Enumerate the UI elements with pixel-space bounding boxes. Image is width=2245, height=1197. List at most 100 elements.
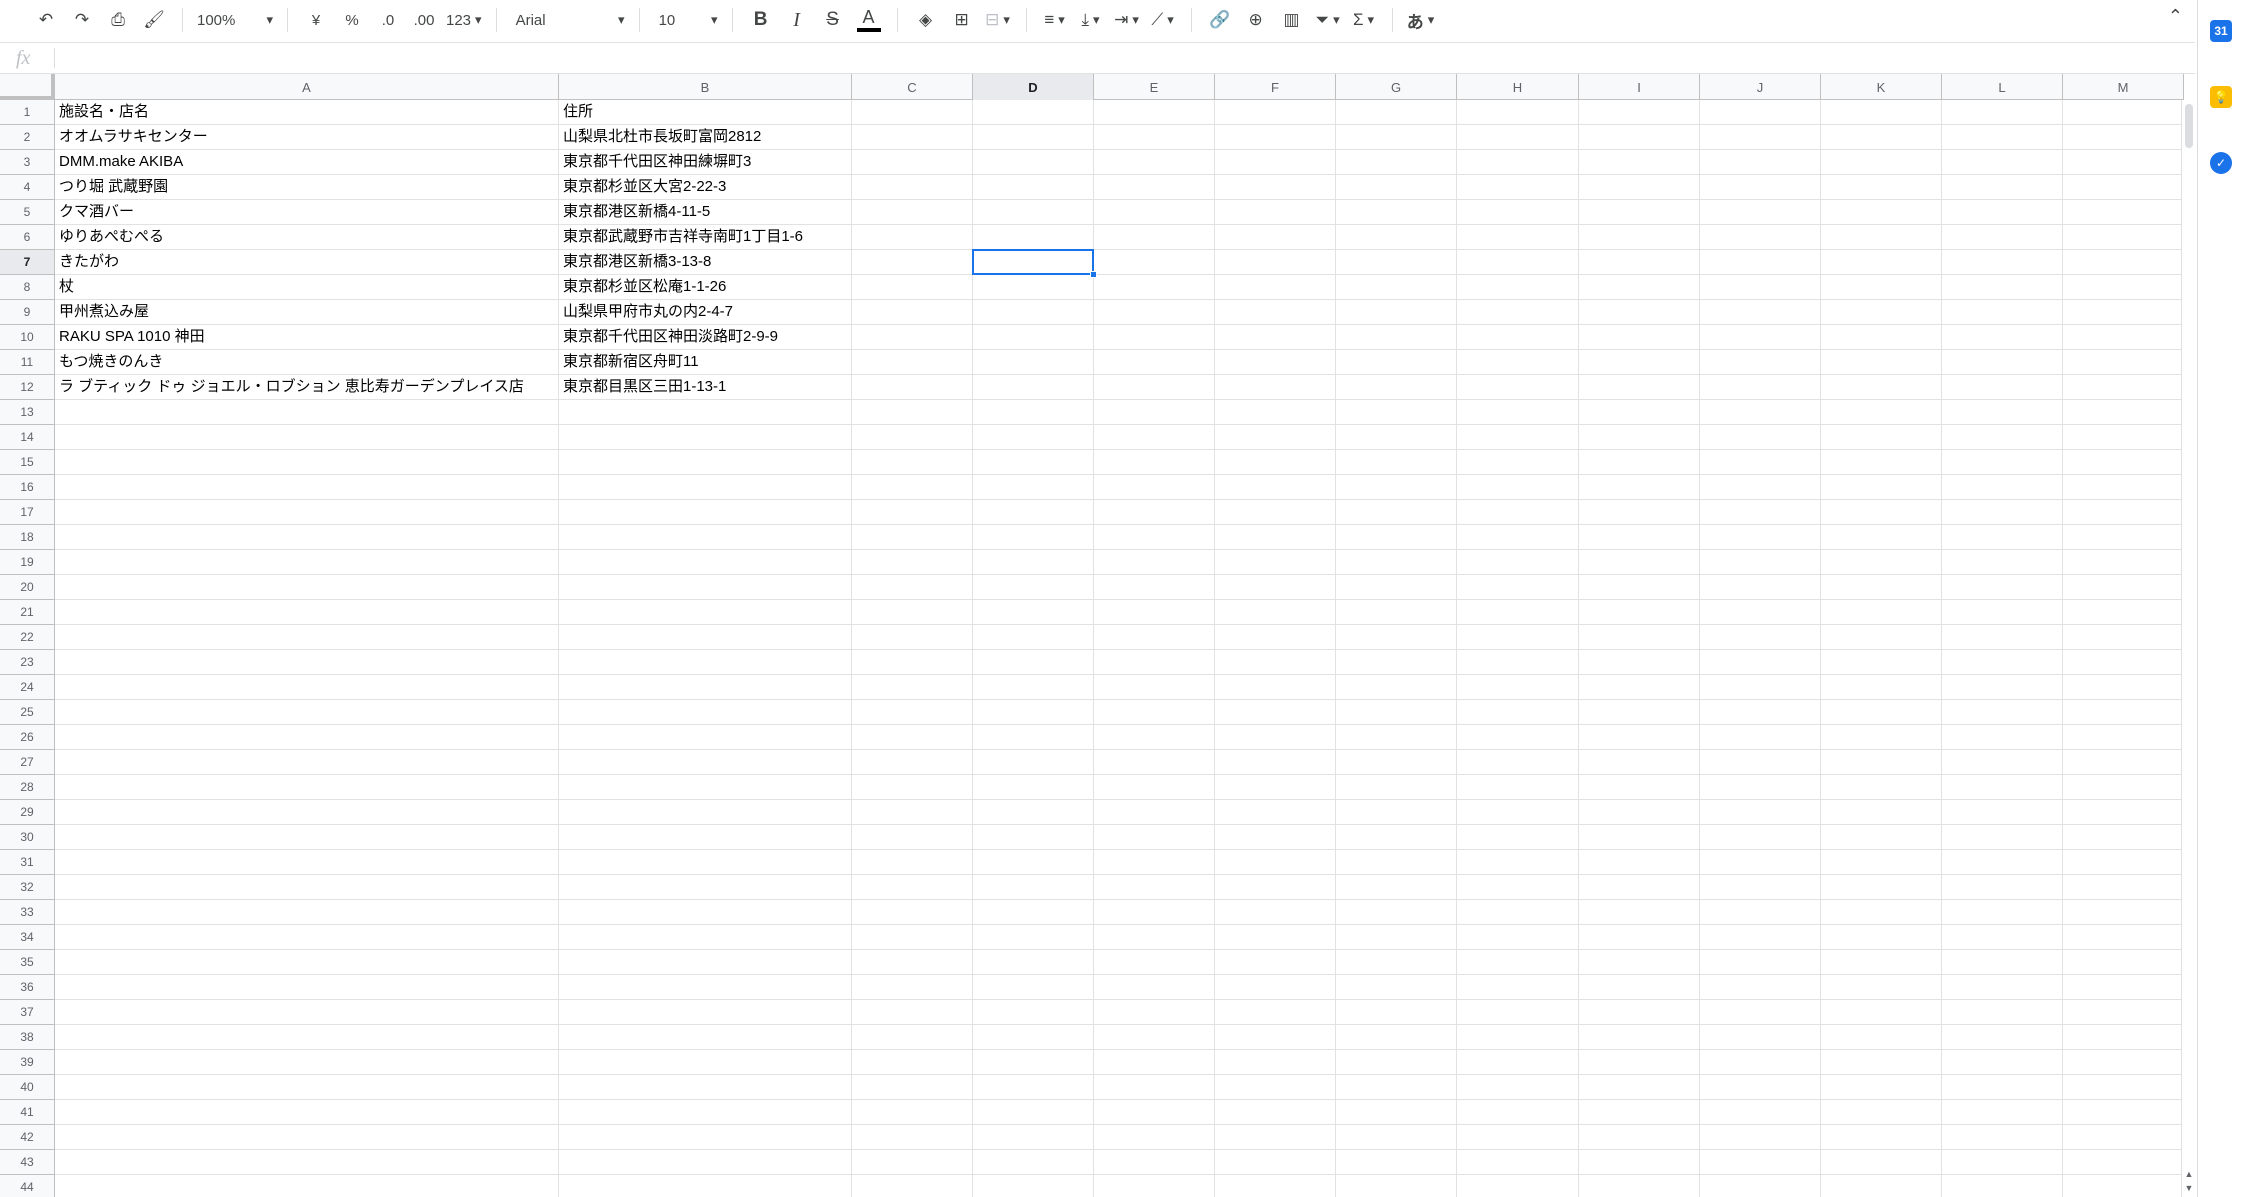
- cell-a9[interactable]: 甲州煮込み屋: [55, 300, 559, 325]
- cell-c37[interactable]: [852, 1000, 973, 1025]
- cell-k9[interactable]: [1821, 300, 1942, 325]
- cell-g37[interactable]: [1336, 1000, 1457, 1025]
- cell-a2[interactable]: オオムラサキセンター: [55, 125, 559, 150]
- tasks-icon[interactable]: ✓: [2210, 152, 2232, 174]
- cell-e13[interactable]: [1094, 400, 1215, 425]
- cell-e5[interactable]: [1094, 200, 1215, 225]
- cell-i16[interactable]: [1579, 475, 1700, 500]
- cell-c38[interactable]: [852, 1025, 973, 1050]
- cell-j29[interactable]: [1700, 800, 1821, 825]
- cell-h16[interactable]: [1457, 475, 1579, 500]
- cell-c35[interactable]: [852, 950, 973, 975]
- cell-l43[interactable]: [1942, 1150, 2063, 1175]
- row-header[interactable]: 37: [0, 1000, 55, 1025]
- cell-m13[interactable]: [2063, 400, 2184, 425]
- cell-d35[interactable]: [973, 950, 1094, 975]
- cell-g42[interactable]: [1336, 1125, 1457, 1150]
- cell-a23[interactable]: [55, 650, 559, 675]
- cell-l19[interactable]: [1942, 550, 2063, 575]
- cell-e23[interactable]: [1094, 650, 1215, 675]
- borders-icon[interactable]: ⊞: [945, 4, 979, 36]
- row-header[interactable]: 4: [0, 175, 55, 200]
- cell-k26[interactable]: [1821, 725, 1942, 750]
- cell-a29[interactable]: [55, 800, 559, 825]
- cell-m17[interactable]: [2063, 500, 2184, 525]
- column-header-l[interactable]: L: [1942, 74, 2063, 100]
- row-header[interactable]: 32: [0, 875, 55, 900]
- cell-i18[interactable]: [1579, 525, 1700, 550]
- cell-m1[interactable]: [2063, 100, 2184, 125]
- cell-d3[interactable]: [973, 150, 1094, 175]
- cell-j40[interactable]: [1700, 1075, 1821, 1100]
- cell-a12[interactable]: ラ ブティック ドゥ ジョエル・ロブション 恵比寿ガーデンプレイス店: [55, 375, 559, 400]
- cell-e29[interactable]: [1094, 800, 1215, 825]
- row-header[interactable]: 2: [0, 125, 55, 150]
- font-size-select[interactable]: 10 ▾: [651, 4, 721, 36]
- cell-l18[interactable]: [1942, 525, 2063, 550]
- cell-k44[interactable]: [1821, 1175, 1942, 1197]
- cell-l17[interactable]: [1942, 500, 2063, 525]
- horizontal-align-icon[interactable]: ≡ ▾: [1038, 4, 1072, 36]
- cell-k30[interactable]: [1821, 825, 1942, 850]
- row-header[interactable]: 10: [0, 325, 55, 350]
- row-header[interactable]: 11: [0, 350, 55, 375]
- cell-d32[interactable]: [973, 875, 1094, 900]
- cell-b31[interactable]: [559, 850, 852, 875]
- cell-a7[interactable]: きたがわ: [55, 250, 559, 275]
- cell-h10[interactable]: [1457, 325, 1579, 350]
- cell-m25[interactable]: [2063, 700, 2184, 725]
- cell-h9[interactable]: [1457, 300, 1579, 325]
- bold-button[interactable]: B: [744, 4, 778, 36]
- cell-h20[interactable]: [1457, 575, 1579, 600]
- cell-i9[interactable]: [1579, 300, 1700, 325]
- cell-m15[interactable]: [2063, 450, 2184, 475]
- cell-a42[interactable]: [55, 1125, 559, 1150]
- row-header[interactable]: 17: [0, 500, 55, 525]
- cell-i10[interactable]: [1579, 325, 1700, 350]
- cell-f44[interactable]: [1215, 1175, 1336, 1197]
- cell-j35[interactable]: [1700, 950, 1821, 975]
- cell-b37[interactable]: [559, 1000, 852, 1025]
- cell-a26[interactable]: [55, 725, 559, 750]
- cell-b34[interactable]: [559, 925, 852, 950]
- cell-d20[interactable]: [973, 575, 1094, 600]
- cell-j25[interactable]: [1700, 700, 1821, 725]
- cell-m44[interactable]: [2063, 1175, 2184, 1197]
- cell-b6[interactable]: 東京都武蔵野市吉祥寺南町1丁目1-6: [559, 225, 852, 250]
- cell-d6[interactable]: [973, 225, 1094, 250]
- cell-g29[interactable]: [1336, 800, 1457, 825]
- cell-k12[interactable]: [1821, 375, 1942, 400]
- calendar-icon[interactable]: 31: [2210, 20, 2232, 42]
- cell-f42[interactable]: [1215, 1125, 1336, 1150]
- cell-f25[interactable]: [1215, 700, 1336, 725]
- cell-b26[interactable]: [559, 725, 852, 750]
- cell-a38[interactable]: [55, 1025, 559, 1050]
- cell-a14[interactable]: [55, 425, 559, 450]
- cell-k40[interactable]: [1821, 1075, 1942, 1100]
- cell-c42[interactable]: [852, 1125, 973, 1150]
- cell-h4[interactable]: [1457, 175, 1579, 200]
- cell-g11[interactable]: [1336, 350, 1457, 375]
- cell-m3[interactable]: [2063, 150, 2184, 175]
- cell-d29[interactable]: [973, 800, 1094, 825]
- cell-h32[interactable]: [1457, 875, 1579, 900]
- cell-l29[interactable]: [1942, 800, 2063, 825]
- cell-f24[interactable]: [1215, 675, 1336, 700]
- cell-l26[interactable]: [1942, 725, 2063, 750]
- cell-k21[interactable]: [1821, 600, 1942, 625]
- cell-d40[interactable]: [973, 1075, 1094, 1100]
- cell-f17[interactable]: [1215, 500, 1336, 525]
- cell-i26[interactable]: [1579, 725, 1700, 750]
- cell-k28[interactable]: [1821, 775, 1942, 800]
- cell-b4[interactable]: 東京都杉並区大宮2-22-3: [559, 175, 852, 200]
- cell-h5[interactable]: [1457, 200, 1579, 225]
- cell-f22[interactable]: [1215, 625, 1336, 650]
- vertical-scrollbar[interactable]: ▲ ▼: [2181, 100, 2195, 1197]
- cell-i2[interactable]: [1579, 125, 1700, 150]
- row-header[interactable]: 34: [0, 925, 55, 950]
- cell-g3[interactable]: [1336, 150, 1457, 175]
- cell-f41[interactable]: [1215, 1100, 1336, 1125]
- column-header-f[interactable]: F: [1215, 74, 1336, 100]
- cell-b5[interactable]: 東京都港区新橋4-11-5: [559, 200, 852, 225]
- cell-a3[interactable]: DMM.make AKIBA: [55, 150, 559, 175]
